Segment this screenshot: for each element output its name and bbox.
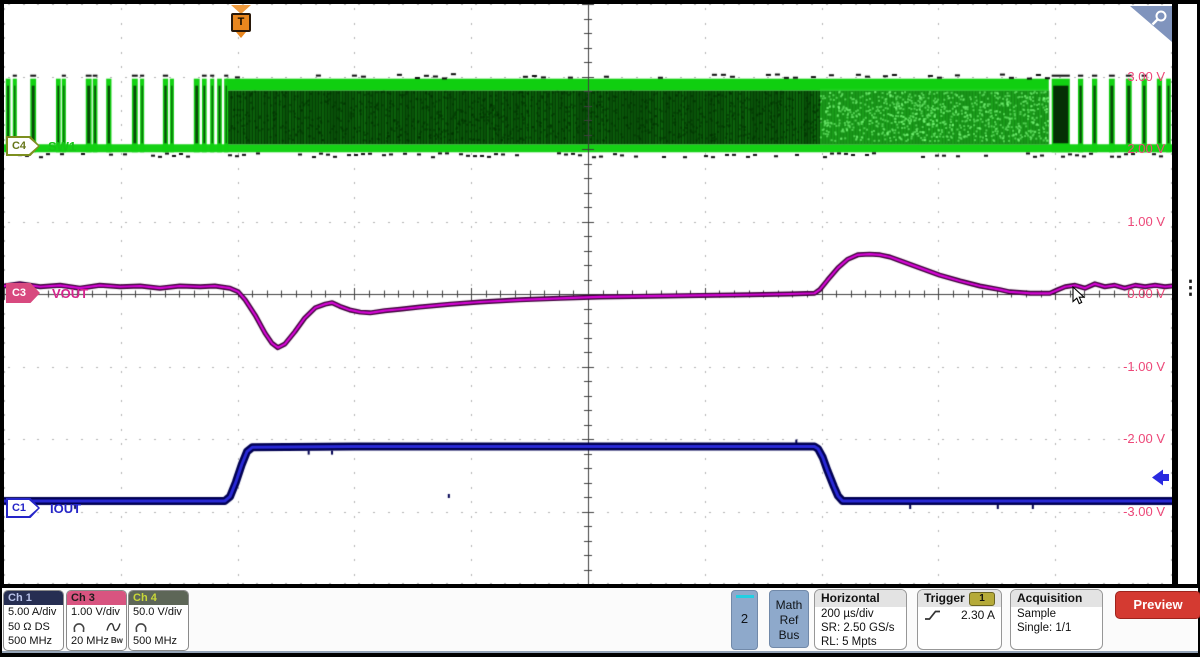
channel-tag-c3[interactable]: C3 VOUT <box>6 283 88 303</box>
trigger-marker-letter: T <box>231 13 251 32</box>
y-axis-label: 2.00 V <box>1127 141 1165 157</box>
view-number: 2 <box>732 611 757 626</box>
horizontal-scale: 200 µs/div <box>815 607 906 621</box>
more-menu-button[interactable]: ⋮ <box>1181 284 1195 314</box>
ch4-header: Ch 4 <box>129 591 188 605</box>
y-axis-label: 3.00 V <box>1127 69 1165 85</box>
y-axis-label: -1.00 V <box>1123 359 1165 375</box>
trigger-level-value: 2.30 A <box>942 608 995 622</box>
trigger-panel[interactable]: Trigger 1 2.30 A <box>917 589 1002 650</box>
horizontal-record-length: RL: 5 Mpts <box>815 635 906 649</box>
y-axis-label: -3.00 V <box>1123 504 1165 520</box>
channel-badge-ch1[interactable]: Ch 1 5.00 A/div 50 Ω DS 500 MHz <box>3 590 64 651</box>
ch1-header: Ch 1 <box>4 591 63 605</box>
rising-edge-icon <box>924 608 942 622</box>
acquisition-panel[interactable]: Acquisition Sample Single: 1/1 <box>1010 589 1103 650</box>
ch3-header: Ch 3 <box>67 591 126 605</box>
ch4-scale: 50.0 V/div <box>129 605 188 620</box>
c4-trace-label: SW1 <box>48 139 76 154</box>
settings-bar: Ch 1 5.00 A/div 50 Ω DS 500 MHz Ch 3 1.0… <box>2 588 1198 651</box>
math-ref-bus-button[interactable]: Math Ref Bus <box>769 590 809 648</box>
ch1-bandwidth: 500 MHz <box>4 634 63 649</box>
ch3-scale: 1.00 V/div <box>67 605 126 620</box>
bottom-divider <box>2 651 1198 653</box>
mouse-cursor <box>1072 286 1085 305</box>
trigger-source-badge: 1 <box>969 592 995 606</box>
probe-icon <box>72 621 86 633</box>
c3-trace-label: VOUT <box>52 286 88 301</box>
acquisition-count: Single: 1/1 <box>1011 621 1102 635</box>
c1-trace-label: IOUT <box>50 501 81 516</box>
y-axis-label: 0.00 V <box>1127 286 1165 302</box>
sine-icon <box>106 621 121 633</box>
horizontal-title: Horizontal <box>815 590 906 607</box>
ch1-termination: 50 Ω DS <box>4 620 63 635</box>
waveform-display-area[interactable]: T C4 SW1 C3 VOUT C1 IOUT <box>4 4 1172 584</box>
horizontal-panel[interactable]: Horizontal 200 µs/div SR: 2.50 GS/s RL: … <box>814 589 907 650</box>
ch3-bandwidth: 20 MHzBw <box>67 634 126 649</box>
channel-badge-ch4[interactable]: Ch 4 50.0 V/div 500 MHz <box>128 590 189 651</box>
c1-badge: C1 <box>6 498 40 518</box>
trigger-title: Trigger 1 <box>918 590 1001 607</box>
acquisition-title: Acquisition <box>1011 590 1102 607</box>
ch4-bandwidth: 500 MHz <box>129 634 188 649</box>
bw-limit-icon: Bw <box>111 636 123 645</box>
channel-level-arrow-icon[interactable] <box>1152 469 1170 486</box>
view-color-bar <box>736 595 754 598</box>
waveform-canvas[interactable] <box>4 4 1172 584</box>
horizontal-sample-rate: SR: 2.50 GS/s <box>815 621 906 635</box>
channel-badge-ch3[interactable]: Ch 3 1.00 V/div 20 MHzBw <box>66 590 127 651</box>
y-axis-label: -2.00 V <box>1123 431 1165 447</box>
oscilloscope-screen: T C4 SW1 C3 VOUT C1 IOUT <box>0 0 1200 657</box>
trigger-position-marker[interactable]: T <box>227 5 255 38</box>
trigger-marker-tail-icon <box>236 32 246 38</box>
c3-badge: C3 <box>6 283 40 303</box>
channel-tag-c1[interactable]: C1 IOUT <box>6 498 81 518</box>
channel-tag-c4[interactable]: C4 SW1 <box>6 136 76 156</box>
ch1-scale: 5.00 A/div <box>4 605 63 620</box>
right-side-strip: ⋮ <box>1178 4 1197 584</box>
waveform-view-2-button[interactable]: 2 <box>731 590 758 650</box>
probe-icon <box>134 621 148 633</box>
acquisition-mode: Sample <box>1011 607 1102 621</box>
y-axis-label: 1.00 V <box>1127 214 1165 230</box>
preview-button[interactable]: Preview <box>1115 591 1200 619</box>
c4-badge: C4 <box>6 136 40 156</box>
